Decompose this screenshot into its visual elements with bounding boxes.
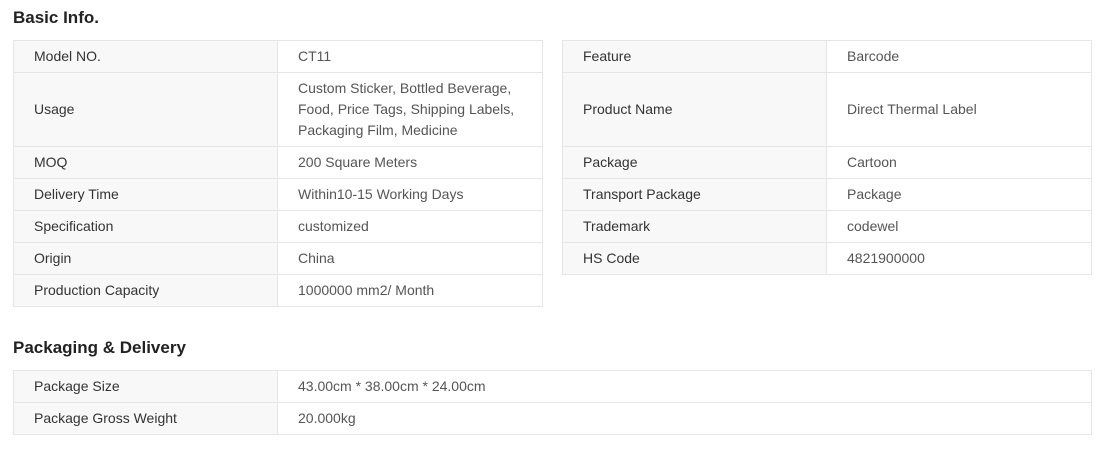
table-row: Model NO. CT11 bbox=[13, 40, 543, 73]
spec-key-model-no: Model NO. bbox=[13, 40, 278, 73]
table-row: Production Capacity 1000000 mm2/ Month bbox=[13, 274, 543, 307]
spec-key-package: Package bbox=[562, 146, 827, 179]
spec-value-product-name: Direct Thermal Label bbox=[826, 72, 1092, 147]
table-row: Usage Custom Sticker, Bottled Beverage, … bbox=[13, 72, 543, 147]
spec-value-package-gross-weight: 20.000kg bbox=[277, 402, 1092, 435]
spec-key-feature: Feature bbox=[562, 40, 827, 73]
spec-key-trademark: Trademark bbox=[562, 210, 827, 243]
spec-key-delivery-time: Delivery Time bbox=[13, 178, 278, 211]
spec-value-origin: China bbox=[277, 242, 543, 275]
table-row: HS Code 4821900000 bbox=[562, 242, 1092, 275]
spec-value-package-size: 43.00cm * 38.00cm * 24.00cm bbox=[277, 370, 1092, 403]
table-row: Delivery Time Within10-15 Working Days bbox=[13, 178, 543, 211]
table-row: Product Name Direct Thermal Label bbox=[562, 72, 1092, 147]
spec-key-origin: Origin bbox=[13, 242, 278, 275]
spec-value-production-capacity: 1000000 mm2/ Month bbox=[277, 274, 543, 307]
table-row: Specification customized bbox=[13, 210, 543, 243]
spec-value-model-no: CT11 bbox=[277, 40, 543, 73]
table-row: Package Size 43.00cm * 38.00cm * 24.00cm bbox=[13, 370, 1092, 403]
table-row: Transport Package Package bbox=[562, 178, 1092, 211]
spec-value-specification: customized bbox=[277, 210, 543, 243]
spec-value-usage: Custom Sticker, Bottled Beverage, Food, … bbox=[277, 72, 543, 147]
spec-key-package-size: Package Size bbox=[13, 370, 278, 403]
spec-value-hs-code: 4821900000 bbox=[826, 242, 1092, 275]
basic-info-right-table: Feature Barcode Product Name Direct Ther… bbox=[562, 40, 1092, 275]
table-row: Origin China bbox=[13, 242, 543, 275]
table-row: Trademark codewel bbox=[562, 210, 1092, 243]
spec-key-production-capacity: Production Capacity bbox=[13, 274, 278, 307]
spec-key-hs-code: HS Code bbox=[562, 242, 827, 275]
spec-value-trademark: codewel bbox=[826, 210, 1092, 243]
spec-value-package: Cartoon bbox=[826, 146, 1092, 179]
spec-value-moq: 200 Square Meters bbox=[277, 146, 543, 179]
spec-key-usage: Usage bbox=[13, 72, 278, 147]
spec-value-transport-package: Package bbox=[826, 178, 1092, 211]
spec-key-product-name: Product Name bbox=[562, 72, 827, 147]
table-row: Package Gross Weight 20.000kg bbox=[13, 402, 1092, 435]
spec-key-transport-package: Transport Package bbox=[562, 178, 827, 211]
spec-key-moq: MOQ bbox=[13, 146, 278, 179]
table-row: Feature Barcode bbox=[562, 40, 1092, 73]
spec-value-delivery-time: Within10-15 Working Days bbox=[277, 178, 543, 211]
table-row: Package Cartoon bbox=[562, 146, 1092, 179]
spec-value-feature: Barcode bbox=[826, 40, 1092, 73]
basic-info-title: Basic Info. bbox=[13, 8, 99, 27]
packaging-delivery-title: Packaging & Delivery bbox=[13, 338, 186, 357]
basic-info-left-table: Model NO. CT11 Usage Custom Sticker, Bot… bbox=[13, 40, 543, 307]
table-row: MOQ 200 Square Meters bbox=[13, 146, 543, 179]
spec-key-specification: Specification bbox=[13, 210, 278, 243]
packaging-delivery-table: Package Size 43.00cm * 38.00cm * 24.00cm… bbox=[13, 370, 1092, 435]
spec-key-package-gross-weight: Package Gross Weight bbox=[13, 402, 278, 435]
